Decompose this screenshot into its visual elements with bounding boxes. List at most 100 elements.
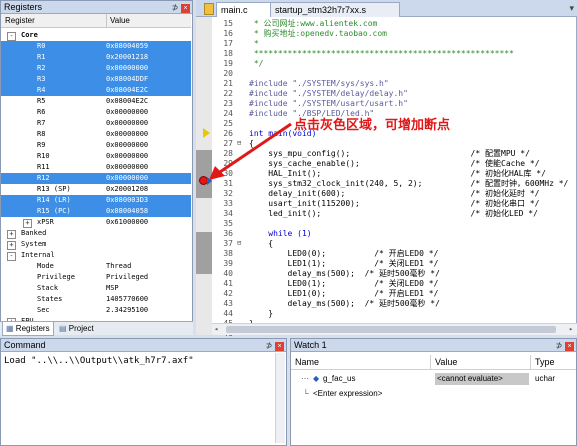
internal-row[interactable]: Stack MSP (1, 283, 191, 294)
tree-system[interactable]: + System (1, 239, 191, 250)
tab-startup[interactable]: startup_stm32h7r7xx.s (270, 2, 400, 17)
watch-col-name[interactable]: Name (291, 355, 431, 369)
code-line[interactable]: delay_init(600); /* 初始化延时 */ (249, 189, 539, 199)
internal-row[interactable]: Sec 2.34295100 (1, 305, 191, 316)
horizontal-scrollbar[interactable]: ◂ ▸ (212, 323, 577, 335)
tree-banked[interactable]: + Banked (1, 228, 191, 239)
code-line[interactable]: sys_stm32_clock_init(240, 5, 2); /* 配置时钟… (249, 179, 568, 189)
register-row[interactable]: + xPSR 0x61000000 (1, 217, 191, 228)
tree-expand-icon: ⋯ (301, 374, 309, 383)
code-line[interactable]: #include "./SYSTEM/sys/sys.h" (249, 79, 389, 89)
register-name: Banked (21, 229, 47, 237)
col-register[interactable]: Register (5, 14, 35, 28)
code-line[interactable]: LED0(0); /* 开启LED0 */ (249, 249, 439, 259)
expand-icon[interactable]: + (7, 241, 16, 250)
register-row[interactable]: R13 (SP) 0x20001208 (1, 184, 191, 195)
register-row[interactable]: R7 0x00000000 (1, 118, 191, 129)
expand-icon[interactable]: + (7, 230, 16, 239)
internal-row[interactable]: States 1405770600 (1, 294, 191, 305)
line-number: 36 (223, 229, 233, 238)
tab-main-c[interactable]: main.c (216, 2, 274, 17)
register-name: R3 (37, 75, 46, 83)
code-line[interactable]: * (249, 39, 259, 49)
tree-core[interactable]: - Core (1, 30, 191, 41)
line-number: 44 (223, 309, 233, 318)
code-line[interactable]: #include "./SYSTEM/delay/delay.h" (249, 89, 408, 99)
code-line[interactable]: led_init(); /* 初始化LED */ (249, 209, 538, 219)
code-line[interactable]: usart_init(115200); /* 初始化串口 */ (249, 199, 539, 209)
watch-col-value[interactable]: Value (431, 355, 531, 369)
register-row[interactable]: R10 0x00000000 (1, 151, 191, 162)
register-value: MSP (106, 284, 119, 292)
tab-main-c-label: main.c (221, 5, 248, 15)
register-row[interactable]: R14 (LR) 0x080003D3 (1, 195, 191, 206)
internal-row[interactable]: Mode Thread (1, 261, 191, 272)
register-name: Core (21, 31, 38, 39)
breakpoint-gutter-region[interactable] (196, 232, 212, 274)
register-row[interactable]: R3 0x08004DDF (1, 74, 191, 85)
scroll-thumb[interactable] (226, 326, 556, 333)
register-name: R12 (37, 174, 50, 182)
collapse-icon[interactable]: - (7, 252, 16, 261)
register-name: R8 (37, 130, 46, 138)
col-value[interactable]: Value (106, 14, 130, 28)
register-row[interactable]: R9 0x00000000 (1, 140, 191, 151)
command-scrollbar[interactable] (275, 353, 285, 443)
watch-col-type[interactable]: Type (531, 355, 576, 369)
watch-enter-row[interactable]: └ <Enter expression> (291, 387, 576, 401)
watch-var-name[interactable]: g_fac_us (323, 373, 355, 385)
line-number: 22 (223, 89, 233, 98)
register-name: Internal (21, 251, 55, 259)
code-line[interactable]: ****************************************… (249, 49, 514, 59)
register-row[interactable]: R15 (PC) 0x08004058 (1, 206, 191, 217)
register-value: 0x00000000 (106, 119, 149, 127)
close-icon[interactable]: × (565, 342, 574, 351)
code-line[interactable]: LED1(1); /* 关闭LED1 */ (249, 259, 439, 269)
code-line[interactable]: LED0(1); /* 关闭LED0 */ (249, 279, 439, 289)
tab-registers[interactable]: ▦ Registers (2, 322, 54, 336)
expand-icon[interactable]: + (23, 219, 32, 228)
code-line[interactable]: } (249, 309, 273, 319)
code-line[interactable]: * 购买地址:openedv.taobao.com (249, 29, 387, 39)
pin-icon[interactable]: ⊅ (265, 341, 273, 350)
registers-title: Registers (4, 2, 43, 12)
register-row[interactable]: R1 0x20001218 (1, 52, 191, 63)
code-line[interactable]: * 公司网址:www.alientek.com (249, 19, 378, 29)
close-icon[interactable]: × (181, 4, 190, 13)
register-row[interactable]: R0 0x08004059 (1, 41, 191, 52)
register-name: Sec (37, 306, 50, 314)
pin-icon[interactable]: ⊅ (171, 3, 179, 12)
code-line[interactable]: { (249, 239, 273, 249)
project-icon: ▤ (59, 324, 67, 333)
tab-project[interactable]: ▤ Project (56, 322, 97, 335)
watch-var-value[interactable]: <cannot evaluate> (435, 373, 529, 385)
code-line[interactable]: #include "./SYSTEM/usart/usart.h" (249, 99, 408, 109)
scroll-left-icon[interactable]: ◂ (214, 326, 220, 333)
enter-expression[interactable]: <Enter expression> (313, 388, 382, 400)
register-row[interactable]: R6 0x00000000 (1, 107, 191, 118)
tree-internal[interactable]: - Internal (1, 250, 191, 261)
registers-tabbar: ▦ Registers ▤ Project (0, 321, 193, 336)
watch-row[interactable]: ⋯ ◆ g_fac_us <cannot evaluate> uchar (291, 372, 576, 386)
code-line[interactable]: while (1) (249, 229, 311, 239)
register-row[interactable]: R2 0x00000000 (1, 63, 191, 74)
register-name: R0 (37, 42, 46, 50)
tab-list-icon[interactable]: ▾ (569, 3, 574, 14)
line-number: 38 (223, 249, 233, 258)
code-line[interactable]: delay_ms(500); /* 延时500毫秒 */ (249, 269, 440, 279)
register-row[interactable]: R12 0x00000000 (1, 173, 191, 184)
close-icon[interactable]: × (275, 342, 284, 351)
code-line[interactable]: */ (249, 59, 264, 69)
register-row[interactable]: R11 0x00000000 (1, 162, 191, 173)
code-line[interactable]: delay_ms(500); /* 延时500毫秒 */ (249, 299, 440, 309)
internal-row[interactable]: Privilege Privileged (1, 272, 191, 283)
scroll-right-icon[interactable]: ▸ (569, 326, 575, 333)
register-row[interactable]: R8 0x00000000 (1, 129, 191, 140)
code-line[interactable]: LED1(0); /* 开启LED1 */ (249, 289, 439, 299)
register-row[interactable]: R4 0x08004E2C (1, 85, 191, 96)
fold-icon[interactable]: ⊟ (237, 239, 245, 247)
register-row[interactable]: R5 0x08004E2C (1, 96, 191, 107)
collapse-icon[interactable]: - (7, 32, 16, 41)
line-number: 20 (223, 69, 233, 78)
pin-icon[interactable]: ⊅ (555, 341, 563, 350)
